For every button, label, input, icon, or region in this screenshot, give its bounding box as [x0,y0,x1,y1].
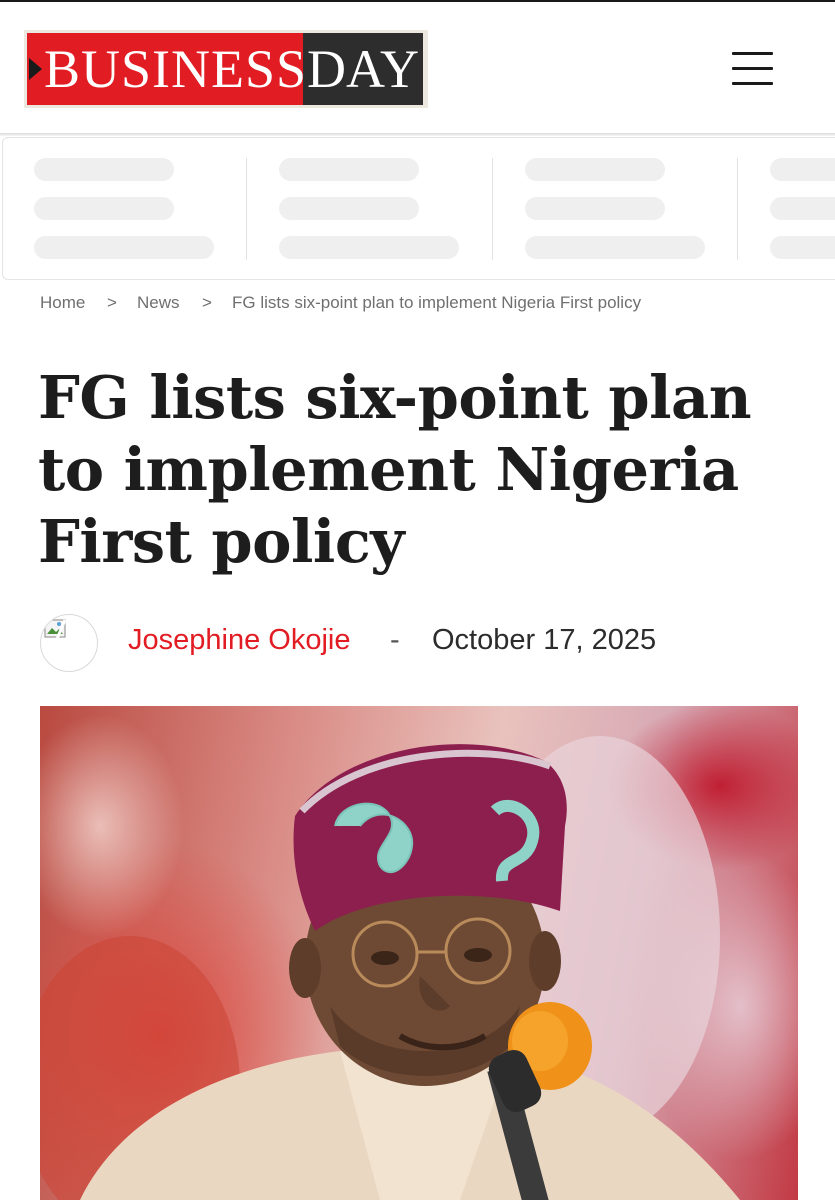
ticker-divider [737,158,738,260]
author-name-link[interactable]: Josephine Okojie [128,624,350,657]
article-title: FG lists six-point plan to implement Nig… [38,362,818,578]
skeleton-bar [770,158,835,181]
businessday-logo[interactable]: BUSINESS DAY [24,30,428,108]
article-hero-image [40,706,798,1200]
ticker-item-placeholder[interactable] [739,138,835,279]
ticker-item-placeholder[interactable] [494,138,739,279]
article-title-line: First policy [38,507,405,576]
skeleton-bar [34,197,174,220]
skeleton-bar [34,158,174,181]
eye [464,948,492,962]
skeleton-bar [770,197,835,220]
breadcrumb-news-link[interactable]: News [137,293,180,313]
byline-separator: - [390,624,400,656]
author-avatar[interactable] [40,614,98,672]
breadcrumb-separator: > [107,293,117,312]
article-title-line: FG lists six-point plan [38,363,752,432]
logo-red-block: BUSINESS [27,33,306,105]
menu-line [732,82,773,85]
eye [371,951,399,965]
ticker-divider [492,158,493,260]
menu-line [732,52,773,55]
skeleton-bar [279,236,459,259]
ticker-divider [246,158,247,260]
menu-line [732,67,773,70]
logo-text-business: BUSINESS [44,39,308,99]
logo-arrow-icon [29,58,42,80]
skeleton-bar [525,236,705,259]
breadcrumb-current: FG lists six-point plan to implement Nig… [232,293,642,312]
ticker-item-placeholder[interactable] [3,138,248,279]
skeleton-bar [525,197,665,220]
publish-date: October 17, 2025 [432,624,657,656]
header-shadow [0,133,835,136]
broken-image-icon [44,619,67,640]
logo-dark-block: DAY [303,33,423,105]
skeleton-bar [279,197,419,220]
ear [529,931,561,991]
news-ticker-skeleton [2,137,835,280]
skeleton-bar [34,236,214,259]
skeleton-bar [525,158,665,181]
hamburger-menu-icon[interactable] [728,48,776,88]
skeleton-bar [770,236,835,259]
portrait-photo [40,736,740,1200]
breadcrumb-home-link[interactable]: Home [40,293,85,313]
logo-text-day: DAY [306,39,420,99]
ticker-item-placeholder[interactable] [248,138,493,279]
article-title-line: to implement Nigeria [38,435,739,504]
ear [289,938,321,998]
breadcrumb-separator: > [202,293,212,312]
skeleton-bar [279,158,419,181]
site-header: BUSINESS DAY [0,2,835,134]
